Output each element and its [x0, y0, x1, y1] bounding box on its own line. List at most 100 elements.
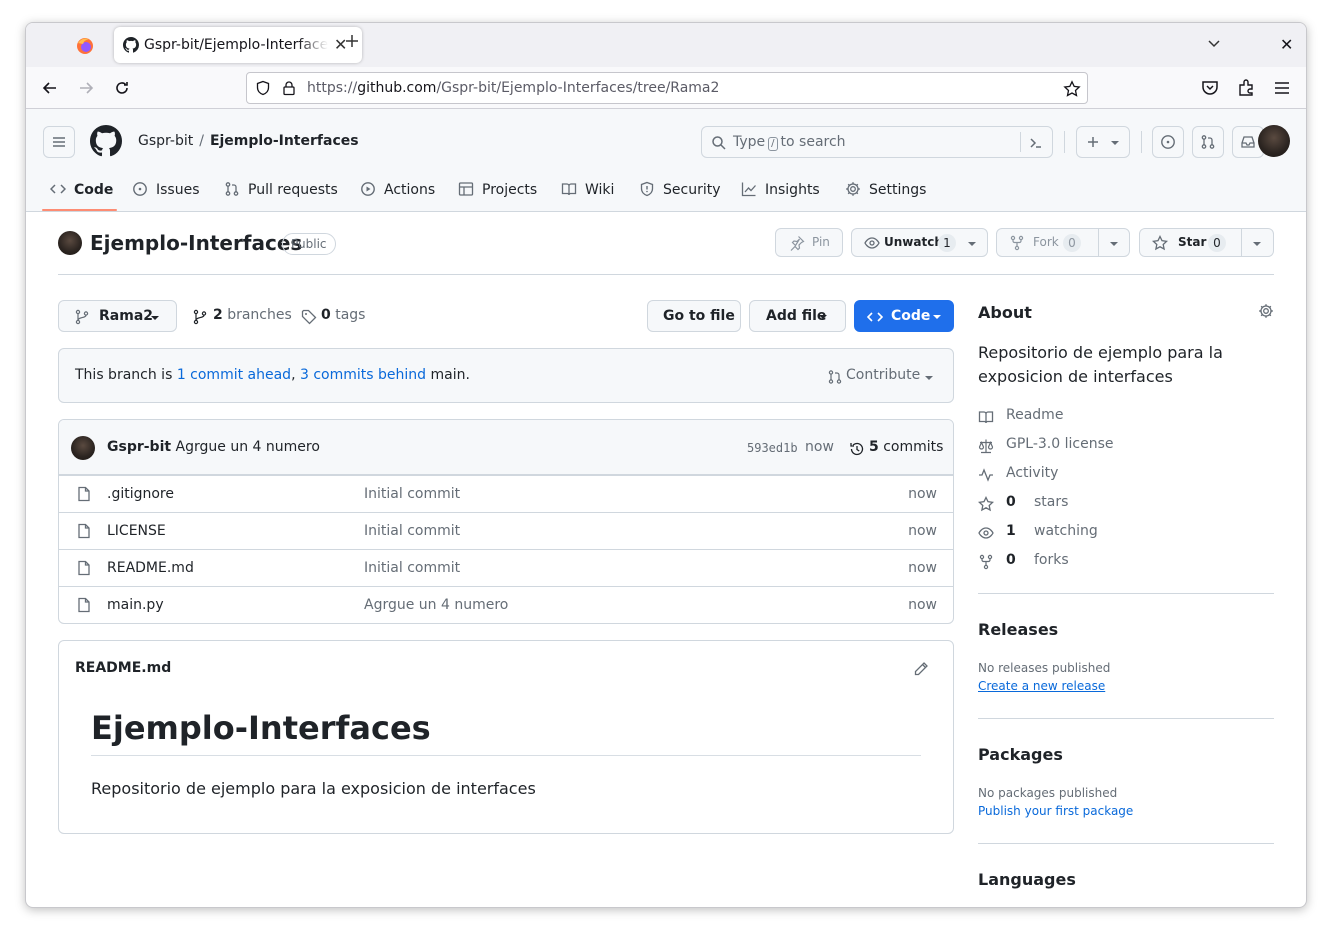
releases-title[interactable]: Releases	[978, 620, 1058, 639]
search-input[interactable]: Type / to search	[701, 126, 1053, 158]
pencil-icon[interactable]	[913, 661, 929, 677]
hamburger-menu-icon[interactable]	[1272, 78, 1292, 98]
search-placeholder: Type / to search	[733, 134, 846, 151]
branches-link[interactable]: 2 branches	[192, 307, 292, 325]
fork-label: Fork	[1033, 235, 1059, 249]
commit-message-link[interactable]: Agrgue un 4 numero	[176, 439, 320, 455]
commit-author[interactable]: Gspr-bit	[107, 439, 171, 455]
branch-select-button[interactable]: Rama2	[58, 300, 177, 332]
breadcrumb-repo[interactable]: Ejemplo-Interfaces	[210, 133, 359, 149]
visibility-badge: Public	[282, 233, 336, 255]
reload-icon[interactable]	[112, 78, 132, 98]
tab-pull-requests-label: Pull requests	[248, 182, 338, 198]
file-commit-message[interactable]: Initial commit	[364, 486, 460, 502]
go-to-file-button[interactable]: Go to file	[647, 300, 741, 332]
tab-pull-requests[interactable]: Pull requests	[224, 175, 354, 211]
pull-requests-button[interactable]	[1192, 126, 1224, 158]
readme-filename[interactable]: README.md	[75, 660, 171, 676]
packages-title[interactable]: Packages	[978, 745, 1063, 764]
issue-opened-icon	[133, 182, 147, 196]
tags-link[interactable]: 0 tags	[301, 307, 365, 325]
fork-count: 0	[1063, 234, 1081, 252]
file-row[interactable]: main.py Agrgue un 4 numero now	[59, 586, 953, 623]
file-row[interactable]: README.md Initial commit now	[59, 549, 953, 586]
tab-wiki[interactable]: Wiki	[561, 175, 631, 211]
gear-icon[interactable]	[1258, 303, 1274, 319]
file-row[interactable]: .gitignore Initial commit now	[59, 475, 953, 512]
breadcrumb-owner[interactable]: Gspr-bit	[138, 133, 193, 149]
code-button[interactable]: Code	[854, 300, 954, 332]
file-name[interactable]: .gitignore	[107, 486, 174, 502]
global-menu-button[interactable]	[43, 126, 75, 158]
commit-author-avatar[interactable]	[71, 436, 95, 460]
tab-settings[interactable]: Settings	[845, 175, 935, 211]
pin-button[interactable]: Pin	[775, 228, 843, 257]
firefox-view-tab[interactable]	[74, 35, 96, 57]
commit-sha[interactable]: 593ed1b	[747, 441, 798, 455]
plus-icon	[346, 35, 358, 47]
eye-icon	[864, 237, 880, 249]
triangle-down-icon	[151, 316, 159, 320]
file-commit-message[interactable]: Initial commit	[364, 560, 460, 576]
tab-insights[interactable]: Insights	[741, 175, 831, 211]
add-file-button[interactable]: Add file	[749, 300, 846, 332]
file-commit-message[interactable]: Agrgue un 4 numero	[364, 597, 508, 613]
search-icon	[712, 136, 726, 150]
unwatch-button[interactable]: Unwatch 1	[851, 228, 988, 257]
create-release-link[interactable]: Create a new release	[978, 679, 1105, 693]
triangle-down-icon	[819, 315, 827, 319]
file-icon	[78, 523, 90, 539]
create-new-button[interactable]	[1076, 126, 1130, 158]
tab-issues[interactable]: Issues	[132, 175, 212, 211]
active-tab[interactable]: Gspr-bit/Ejemplo-Interfaces ✕	[114, 27, 362, 63]
owner-avatar[interactable]	[58, 231, 82, 255]
command-palette-icon[interactable]	[1028, 135, 1044, 151]
file-name[interactable]: README.md	[107, 560, 194, 576]
git-pull-request-icon	[1201, 135, 1215, 149]
tab-code[interactable]: Code	[50, 175, 130, 211]
commits-history-link[interactable]: 5 commits	[849, 439, 943, 456]
file-name[interactable]: LICENSE	[107, 523, 166, 539]
extensions-icon[interactable]	[1236, 78, 1256, 98]
user-avatar[interactable]	[1258, 125, 1290, 157]
file-commit-message[interactable]: Initial commit	[364, 523, 460, 539]
triangle-down-icon[interactable]	[1251, 236, 1263, 252]
commits-behind-link[interactable]: 3 commits behind	[300, 367, 426, 383]
contribute-button[interactable]: Contribute	[827, 367, 933, 384]
forward-arrow-icon[interactable]	[76, 78, 96, 98]
triangle-down-icon[interactable]	[1108, 236, 1120, 252]
repo-title[interactable]: Ejemplo-Interfaces	[90, 231, 302, 255]
star-button[interactable]: Star 0	[1139, 228, 1274, 257]
gear-icon	[846, 182, 860, 196]
divider	[58, 274, 1274, 275]
tab-projects[interactable]: Projects	[458, 175, 548, 211]
fork-button[interactable]: Fork 0	[996, 228, 1130, 257]
file-row[interactable]: LICENSE Initial commit now	[59, 512, 953, 549]
github-logo-icon[interactable]	[90, 125, 122, 157]
code-icon	[867, 312, 883, 322]
tab-actions[interactable]: Actions	[360, 175, 450, 211]
commits-ahead-link[interactable]: 1 commit ahead	[177, 367, 291, 383]
repo-forked-icon	[979, 554, 993, 570]
bookmark-star-icon[interactable]	[1063, 80, 1081, 98]
readme-box: README.md Ejemplo-Interfaces Repositorio…	[58, 640, 954, 834]
back-arrow-icon[interactable]	[40, 78, 60, 98]
url-bar[interactable]: https://github.com/Gspr-bit/Ejemplo-Inte…	[246, 72, 1088, 104]
plus-icon	[1088, 137, 1098, 147]
tab-strip: Gspr-bit/Ejemplo-Interfaces ✕ ✕	[26, 23, 1306, 67]
window-close-button[interactable]: ✕	[1280, 35, 1293, 54]
shield-icon[interactable]	[255, 80, 271, 96]
tab-security[interactable]: Security	[639, 175, 729, 211]
publish-package-link[interactable]: Publish your first package	[978, 804, 1133, 818]
list-all-tabs-button[interactable]	[1206, 35, 1222, 51]
lock-icon[interactable]	[281, 80, 297, 96]
issues-button[interactable]	[1152, 126, 1184, 158]
readme-body: Repositorio de ejemplo para la exposicio…	[91, 779, 536, 798]
triangle-down-icon	[1111, 141, 1119, 145]
file-name[interactable]: main.py	[107, 597, 164, 613]
tab-title: Gspr-bit/Ejemplo-Interfaces	[144, 37, 328, 53]
pocket-icon[interactable]	[1200, 78, 1220, 98]
pulse-icon	[979, 468, 993, 482]
watch-count: 1	[938, 234, 956, 252]
new-tab-button[interactable]	[344, 33, 360, 49]
